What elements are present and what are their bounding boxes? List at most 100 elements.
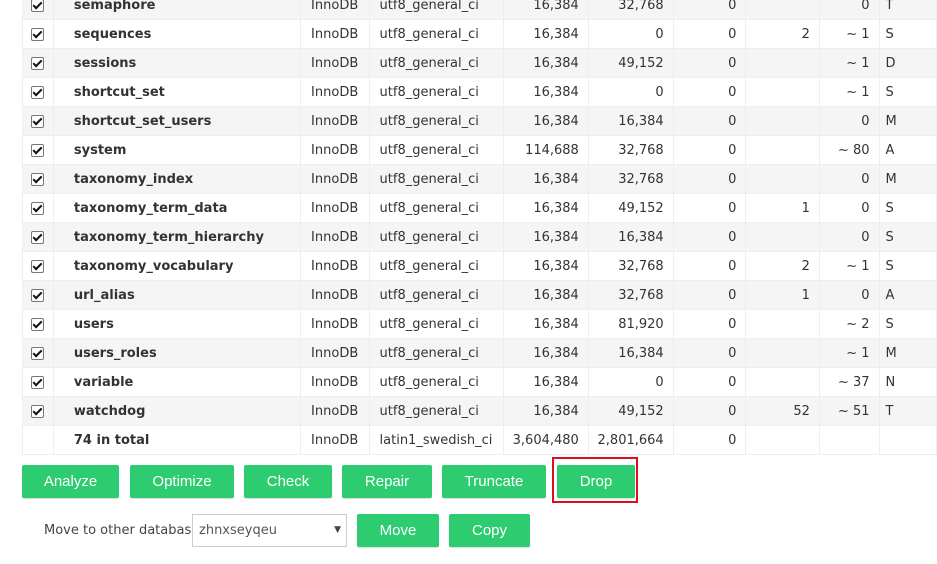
row-select-cell [22, 396, 54, 426]
auto-increment-cell [745, 164, 820, 194]
rows-cell: 0 [818, 193, 880, 223]
auto-increment-cell [745, 222, 820, 252]
rows-cell: ~ 1 [818, 251, 880, 281]
comment-cell: S [878, 77, 937, 107]
move-button[interactable]: Move [357, 514, 439, 547]
table-row: url_alias InnoDB utf8_general_ci 16,384 32,7… [22, 280, 937, 310]
table-row: taxonomy_term_data InnoDB utf8_general_ci 1… [22, 193, 937, 223]
table-name-cell[interactable]: semaphore [52, 0, 302, 20]
collation-cell: utf8_general_ci [368, 48, 504, 78]
optimize-button[interactable]: Optimize [130, 465, 234, 498]
data-length-cell: 16,384 [502, 48, 589, 78]
data-length-cell: 16,384 [502, 251, 589, 281]
row-select-cell [22, 48, 54, 78]
row-select-checkbox[interactable] [31, 143, 45, 157]
collation-cell: utf8_general_ci [368, 367, 504, 397]
copy-button[interactable]: Copy [449, 514, 530, 547]
data-length-cell: 16,384 [502, 367, 589, 397]
index-length-cell: 16,384 [587, 222, 674, 252]
engine-cell: InnoDB [300, 48, 370, 78]
auto-increment-cell [745, 48, 820, 78]
row-select-checkbox[interactable] [31, 230, 45, 244]
database-select[interactable]: zhnxseyqeu ▼ [192, 514, 347, 547]
row-select-cell [22, 280, 54, 310]
collation-cell: utf8_general_ci [368, 280, 504, 310]
row-select-checkbox[interactable] [31, 317, 45, 331]
data-free-cell: 0 [672, 280, 747, 310]
collation-cell: utf8_general_ci [368, 106, 504, 136]
index-length-cell: 0 [587, 77, 674, 107]
check-button[interactable]: Check [244, 465, 332, 498]
table-name-cell[interactable]: taxonomy_term_hierarchy [52, 222, 302, 252]
table-row: shortcut_set_users InnoDB utf8_general_ci 1… [22, 106, 937, 136]
rows-cell: ~ 51 [818, 396, 880, 426]
drop-highlight-box [552, 457, 638, 503]
table-name-cell[interactable]: watchdog [52, 396, 302, 426]
truncate-button[interactable]: Truncate [442, 465, 546, 498]
engine-cell: InnoDB [300, 135, 370, 165]
auto-increment-cell [745, 106, 820, 136]
engine-cell: InnoDB [300, 193, 370, 223]
row-select-checkbox[interactable] [31, 259, 45, 273]
summary-data-length: 3,604,480 [502, 425, 589, 455]
rows-cell: ~ 37 [818, 367, 880, 397]
table-name-cell[interactable]: url_alias [52, 280, 302, 310]
table-name-cell[interactable]: shortcut_set_users [52, 106, 302, 136]
summary-blank [745, 425, 820, 455]
index-length-cell: 16,384 [587, 338, 674, 368]
row-select-cell [22, 193, 54, 223]
collation-cell: utf8_general_ci [368, 77, 504, 107]
data-length-cell: 114,688 [502, 135, 589, 165]
row-select-checkbox[interactable] [31, 85, 45, 99]
data-free-cell: 0 [672, 0, 747, 20]
row-select-checkbox[interactable] [31, 172, 45, 186]
comment-cell: M [878, 338, 937, 368]
engine-cell: InnoDB [300, 222, 370, 252]
data-length-cell: 16,384 [502, 338, 589, 368]
data-length-cell: 16,384 [502, 193, 589, 223]
dropdown-arrow-icon: ▼ [334, 525, 341, 535]
table-name-cell[interactable]: taxonomy_vocabulary [52, 251, 302, 281]
table-name-cell[interactable]: taxonomy_term_data [52, 193, 302, 223]
data-length-cell: 16,384 [502, 106, 589, 136]
rows-cell: ~ 1 [818, 338, 880, 368]
row-select-cell [22, 77, 54, 107]
rows-cell: ~ 1 [818, 77, 880, 107]
analyze-button[interactable]: Analyze [22, 465, 119, 498]
row-select-checkbox[interactable] [31, 201, 45, 215]
table-name-cell[interactable]: sequences [52, 19, 302, 49]
table-row: sequences InnoDB utf8_general_ci 16,384 0 0 2 ~… [22, 19, 937, 49]
row-select-checkbox[interactable] [31, 114, 45, 128]
row-select-cell [22, 19, 54, 49]
table-name-cell[interactable]: taxonomy_index [52, 164, 302, 194]
engine-cell: InnoDB [300, 309, 370, 339]
comment-cell: A [878, 280, 937, 310]
comment-cell: N [878, 367, 937, 397]
table-name-cell[interactable]: system [52, 135, 302, 165]
comment-cell: S [878, 193, 937, 223]
row-select-checkbox[interactable] [31, 27, 45, 41]
data-length-cell: 16,384 [502, 222, 589, 252]
row-select-checkbox[interactable] [31, 375, 45, 389]
repair-button[interactable]: Repair [342, 465, 432, 498]
row-select-checkbox[interactable] [31, 404, 45, 418]
data-free-cell: 0 [672, 19, 747, 49]
table-name-cell[interactable]: users [52, 309, 302, 339]
engine-cell: InnoDB [300, 280, 370, 310]
auto-increment-cell [745, 338, 820, 368]
auto-increment-cell: 1 [745, 280, 820, 310]
table-name-cell[interactable]: sessions [52, 48, 302, 78]
row-select-cell [22, 222, 54, 252]
row-select-checkbox[interactable] [31, 0, 45, 12]
row-select-checkbox[interactable] [31, 56, 45, 70]
table-name-cell[interactable]: users_roles [52, 338, 302, 368]
summary-blank [878, 425, 937, 455]
data-free-cell: 0 [672, 164, 747, 194]
auto-increment-cell: 2 [745, 251, 820, 281]
row-select-checkbox[interactable] [31, 346, 45, 360]
index-length-cell: 81,920 [587, 309, 674, 339]
table-name-cell[interactable]: variable [52, 367, 302, 397]
row-select-checkbox[interactable] [31, 288, 45, 302]
collation-cell: utf8_general_ci [368, 309, 504, 339]
table-name-cell[interactable]: shortcut_set [52, 77, 302, 107]
